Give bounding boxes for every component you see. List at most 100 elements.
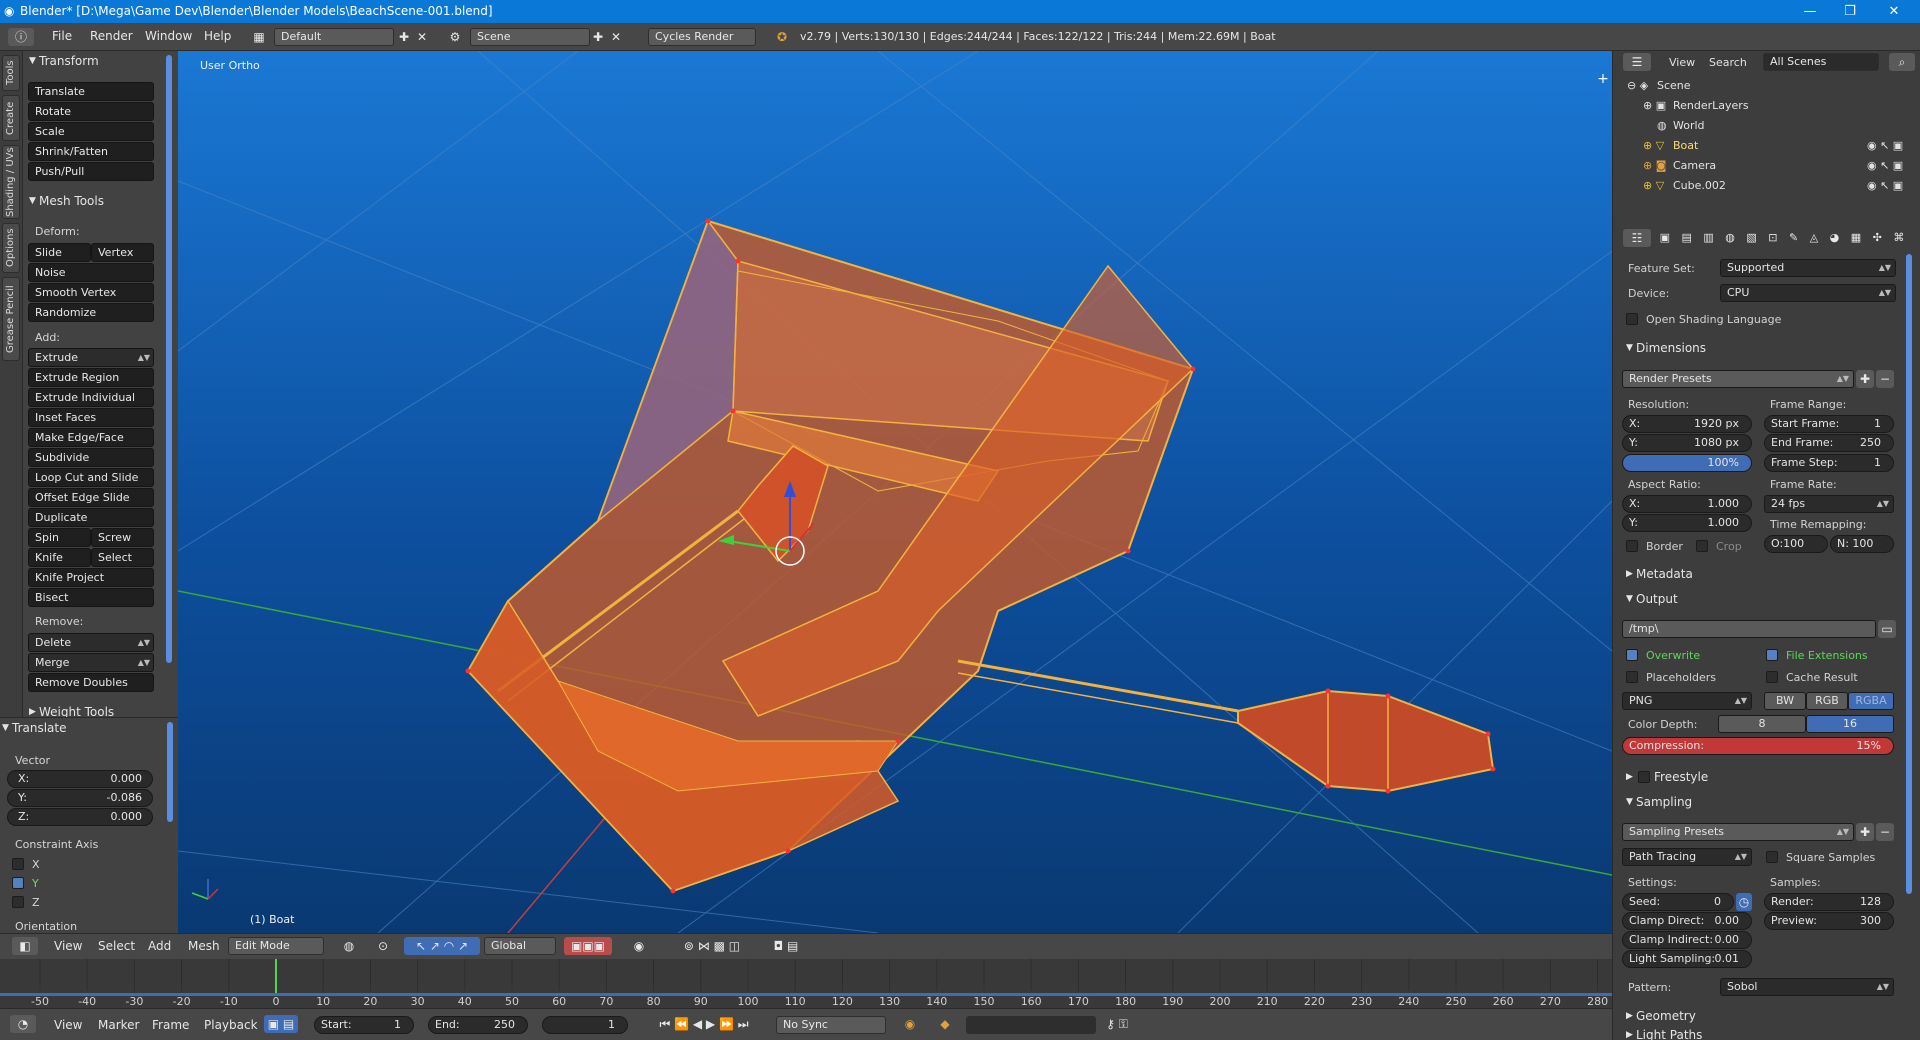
add-preset-icon[interactable]: ✚ xyxy=(1856,370,1874,388)
knife-project-button[interactable]: Knife Project xyxy=(28,568,154,587)
current-frame-field[interactable]: 1 xyxy=(542,1016,628,1034)
dimensions-panel-header[interactable]: Dimensions xyxy=(1624,337,1914,359)
insert-keyframe-icons[interactable]: ⚷ ⚿ xyxy=(1100,1015,1134,1033)
slide-edge-button[interactable]: Slide Edge xyxy=(28,243,91,276)
noise-button[interactable]: Noise xyxy=(28,263,154,282)
render-presets-select[interactable]: Render Presets ▲▼ xyxy=(1622,370,1854,388)
visibility-eye-icon[interactable]: ◉ ↖ ▣ xyxy=(1867,139,1903,152)
placeholders-checkbox[interactable] xyxy=(1626,671,1638,683)
menu-select[interactable]: Select xyxy=(98,939,135,953)
resolution-y-field[interactable]: Y: 1080 px xyxy=(1622,434,1752,452)
depth-8-button[interactable]: 8 xyxy=(1718,715,1806,733)
transform-panel-header[interactable]: Transform xyxy=(27,51,177,71)
constraint-z-checkbox[interactable] xyxy=(12,896,24,908)
remove-doubles-button[interactable]: Remove Doubles xyxy=(28,673,154,692)
loop-cut-button[interactable]: Loop Cut and Slide xyxy=(28,468,154,487)
extrude-individual-button[interactable]: Extrude Individual xyxy=(28,388,154,407)
outliner-item-boat[interactable]: Boat xyxy=(1673,139,1698,152)
extrude-region-button[interactable]: Extrude Region xyxy=(28,368,154,387)
freestyle-checkbox[interactable] xyxy=(1638,771,1650,783)
osl-checkbox[interactable] xyxy=(1626,313,1638,325)
translate-button[interactable]: Translate xyxy=(28,82,154,101)
resolution-percent-slider[interactable]: 100% xyxy=(1622,454,1752,472)
toolshelf-scrollbar[interactable] xyxy=(166,55,172,663)
select-mode-icons[interactable]: ⊚ ⋈ ▩ ◫ xyxy=(664,937,760,955)
preview-samples-field[interactable]: Preview: 300 xyxy=(1764,912,1894,930)
outliner-item-cube[interactable]: Cube.002 xyxy=(1673,179,1726,192)
outliner-menu-view[interactable]: View xyxy=(1669,56,1695,69)
rotate-button[interactable]: Rotate xyxy=(28,102,154,121)
scene-icon[interactable]: ⚙ xyxy=(440,28,470,46)
translate-operator-header[interactable]: Translate xyxy=(0,718,150,738)
clamp-direct-field[interactable]: Clamp Direct: 0.00 xyxy=(1622,912,1752,930)
operator-scrollbar[interactable] xyxy=(167,722,173,822)
remove-scene-icon[interactable]: ✕ xyxy=(608,28,624,46)
tab-create[interactable]: Create xyxy=(2,95,20,141)
visibility-eye-icon[interactable]: ◉ ↖ ▣ xyxy=(1867,159,1903,172)
output-panel-header[interactable]: Output xyxy=(1624,588,1914,610)
bisect-button[interactable]: Bisect xyxy=(28,588,154,607)
aspect-y-field[interactable]: Y: 1.000 xyxy=(1622,514,1752,532)
clamp-indirect-field[interactable]: Clamp Indirect: 0.00 xyxy=(1622,931,1752,949)
3d-viewport[interactable] xyxy=(178,51,1612,933)
file-extensions-checkbox[interactable] xyxy=(1766,649,1778,661)
mode-select[interactable]: Edit Mode xyxy=(228,937,324,955)
keying-icon[interactable]: ◆ xyxy=(930,1015,960,1033)
timeline-menu-marker[interactable]: Marker xyxy=(98,1018,139,1032)
timeline-menu-frame[interactable]: Frame xyxy=(152,1018,189,1032)
proportional-edit-icon[interactable]: ◉ xyxy=(624,937,654,955)
vector-x-field[interactable]: X: 0.000 xyxy=(7,770,153,788)
record-icon[interactable]: ◉ xyxy=(900,1015,920,1033)
add-layout-icon[interactable]: ✚ xyxy=(396,28,412,46)
pattern-select[interactable]: Sobol ▲▼ xyxy=(1720,978,1894,996)
screw-button[interactable]: Screw xyxy=(91,528,154,547)
viewport-shading-icon[interactable]: ◍ xyxy=(334,937,364,955)
outliner-item-world[interactable]: World xyxy=(1673,119,1705,132)
push-pull-button[interactable]: Push/Pull xyxy=(28,162,154,181)
overwrite-checkbox[interactable] xyxy=(1626,649,1638,661)
minimize-button[interactable]: — xyxy=(1790,0,1830,23)
renderlayers-tree-icon[interactable]: ⊕ ▣ xyxy=(1643,99,1666,112)
scene-tree-icon[interactable]: ⊖ ◈ xyxy=(1627,79,1648,92)
add-scene-icon[interactable]: ✚ xyxy=(590,28,606,46)
scene-field[interactable]: Scene xyxy=(470,28,590,46)
render-preview-icons[interactable]: ◘ ▤ xyxy=(766,937,806,955)
remove-sampling-preset-icon[interactable]: − xyxy=(1876,823,1894,841)
frame-step-field[interactable]: Frame Step: 1 xyxy=(1764,454,1894,472)
color-rgb-button[interactable]: RGB xyxy=(1806,692,1848,710)
device-select[interactable]: CPU ▲▼ xyxy=(1720,284,1896,302)
start-frame-prop-field[interactable]: Start Frame: 1 xyxy=(1764,415,1894,433)
editor-type-icon[interactable]: ⓘ xyxy=(8,28,34,46)
folder-icon[interactable]: ▭ xyxy=(1878,620,1896,638)
light-sampling-field[interactable]: Light Sampling: 0.01 xyxy=(1622,950,1752,968)
shrink-fatten-button[interactable]: Shrink/Fatten xyxy=(28,142,154,161)
transform-orientation-select[interactable]: Global xyxy=(484,937,556,955)
resolution-x-field[interactable]: X: 1920 px xyxy=(1622,415,1752,433)
render-engine-select[interactable]: Cycles Render xyxy=(648,28,756,46)
output-path-field[interactable]: /tmp\ xyxy=(1622,620,1876,638)
properties-scrollbar[interactable] xyxy=(1906,254,1912,894)
spin-button[interactable]: Spin xyxy=(28,528,91,547)
frame-rate-select[interactable]: 24 fps ▲▼ xyxy=(1764,495,1894,513)
timeline-menu-playback[interactable]: Playback xyxy=(204,1018,258,1032)
freestyle-panel-header[interactable]: Freestyle xyxy=(1624,766,1914,788)
depth-16-button[interactable]: 16 xyxy=(1806,715,1894,733)
vertex-slide-button[interactable]: Vertex xyxy=(91,243,154,262)
animated-seed-icon[interactable]: ◷ xyxy=(1736,893,1752,911)
end-frame-field[interactable]: End: 250 xyxy=(428,1016,528,1034)
tab-tools[interactable]: Tools xyxy=(2,55,20,91)
add-sampling-preset-icon[interactable]: ✚ xyxy=(1856,823,1874,841)
seed-field[interactable]: Seed: 0 xyxy=(1622,893,1734,911)
menu-render[interactable]: Render xyxy=(90,29,133,43)
tab-shading-uvs[interactable]: Shading / UVs xyxy=(2,145,20,219)
feature-set-select[interactable]: Supported ▲▼ xyxy=(1720,259,1896,277)
close-button[interactable]: ✕ xyxy=(1874,0,1914,23)
randomize-button[interactable]: Randomize xyxy=(28,303,154,322)
menu-add[interactable]: Add xyxy=(148,939,171,953)
sampling-panel-header[interactable]: Sampling xyxy=(1624,791,1914,813)
timeline-menu-view[interactable]: View xyxy=(54,1018,82,1032)
offset-edge-slide-button[interactable]: Offset Edge Slide xyxy=(28,488,154,507)
menu-help[interactable]: Help xyxy=(204,29,231,43)
constraint-x-checkbox[interactable] xyxy=(12,858,24,870)
preview-range-icon[interactable]: ▣ ▤ xyxy=(264,1015,298,1033)
